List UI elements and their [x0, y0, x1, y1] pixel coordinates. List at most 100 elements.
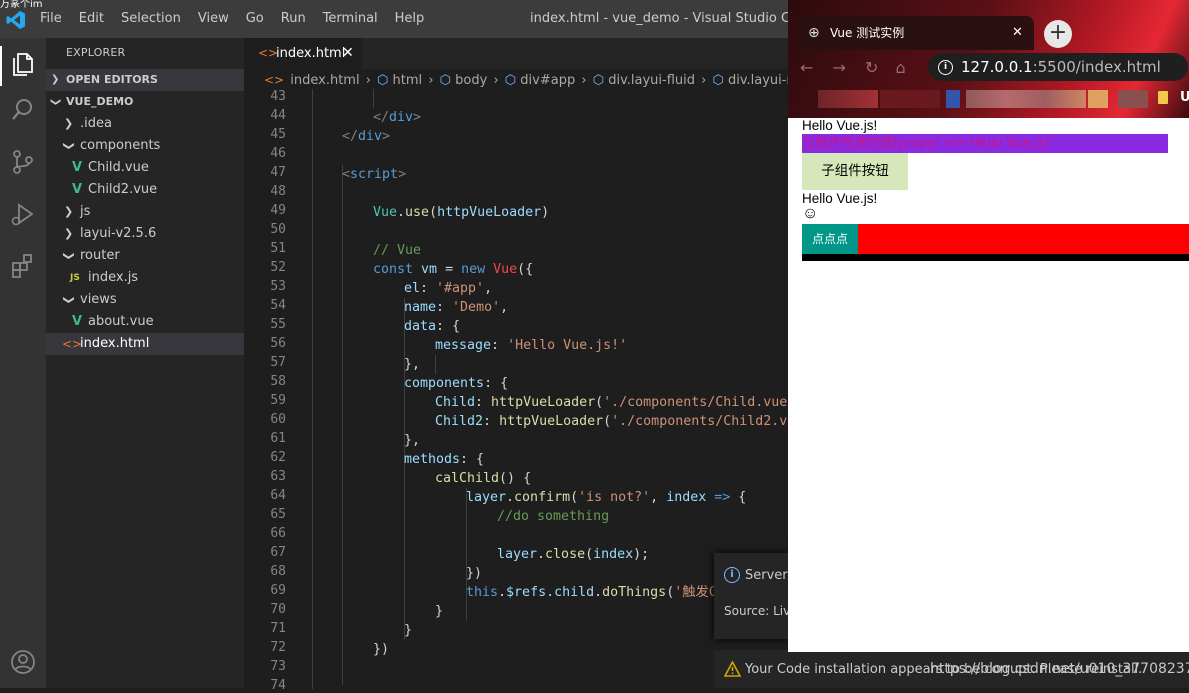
- chevron-right-icon: ›: [581, 73, 587, 88]
- chevron-down-icon: ❯: [62, 141, 76, 151]
- reload-icon[interactable]: ↻: [865, 58, 878, 77]
- child-button[interactable]: 子组件按钮: [802, 153, 908, 190]
- click-button[interactable]: 点点点: [802, 224, 858, 254]
- url-path: :5500/index.html: [1032, 58, 1161, 76]
- tree-item-child2-vue[interactable]: V Child2.vue: [46, 179, 244, 201]
- breadcrumb-item[interactable]: div.layui-row: [728, 73, 790, 88]
- menu-view[interactable]: View: [198, 11, 229, 26]
- activity-bar: [0, 38, 46, 688]
- account-icon[interactable]: [9, 648, 37, 676]
- tree-item-label: .idea: [80, 116, 112, 131]
- bookmark-blur: [1088, 90, 1108, 108]
- new-tab-button[interactable]: +: [1044, 20, 1072, 48]
- search-icon[interactable]: [9, 96, 37, 124]
- open-editors-section[interactable]: ❯ OPEN EDITORS: [46, 69, 244, 91]
- line-number: 51: [270, 241, 286, 256]
- back-icon[interactable]: ←: [800, 58, 813, 77]
- code-line: }): [373, 642, 390, 657]
- line-number: 62: [270, 450, 286, 465]
- js-file-icon: JS: [70, 273, 80, 283]
- explorer-icon[interactable]: [9, 50, 37, 78]
- chevron-down-icon: ❯: [62, 295, 76, 305]
- breadcrumb-item[interactable]: index.html: [290, 73, 359, 88]
- address-bar[interactable]: i 127.0.0.1:5500/index.html: [928, 53, 1188, 81]
- breadcrumb-item[interactable]: body: [455, 73, 487, 88]
- forward-icon[interactable]: →: [833, 58, 846, 77]
- code-line: const vm = new Vue({: [373, 262, 534, 277]
- chevron-down-icon: ❯: [50, 97, 62, 107]
- window-title: index.html - vue_demo - Visual Studio Co…: [530, 11, 790, 26]
- code-line: Child2: httpVueLoader('./components/Chil…: [435, 414, 790, 429]
- tree-item-router[interactable]: ❯ router: [46, 245, 244, 267]
- line-number: 57: [270, 355, 286, 370]
- project-section[interactable]: ❯ VUE_DEMO: [46, 91, 244, 113]
- tree-item-idea[interactable]: ❯ .idea: [46, 113, 244, 135]
- browser-chrome: ⊕ Vue 测试实例 ✕ + ← → ↻ ⌂ i 127.0.0.1:5500/…: [788, 0, 1189, 118]
- source-control-icon[interactable]: [9, 148, 37, 176]
- breadcrumb-item[interactable]: div#app: [520, 73, 575, 88]
- url-host: 127.0.0.1: [961, 58, 1033, 76]
- tree-item-child-vue[interactable]: V Child.vue: [46, 157, 244, 179]
- cube-icon: ⬡: [504, 73, 517, 88]
- code-line: data: {: [404, 319, 461, 334]
- extensions-icon[interactable]: [9, 252, 37, 280]
- explorer-header: EXPLORER: [66, 46, 126, 59]
- black-bar: [802, 254, 1189, 261]
- line-number: 48: [270, 184, 286, 199]
- line-number: 47: [270, 165, 286, 180]
- tree-item-components[interactable]: ❯ components: [46, 135, 244, 157]
- line-number: 54: [270, 298, 286, 313]
- line-number: 55: [270, 317, 286, 332]
- bookmark-blur: [946, 90, 960, 108]
- menu-selection[interactable]: Selection: [121, 11, 181, 26]
- line-number: 60: [270, 412, 286, 427]
- chevron-right-icon: ›: [493, 73, 499, 88]
- line-number: 70: [270, 602, 286, 617]
- server-notification[interactable]: i Server Source: Live: [714, 553, 798, 639]
- home-icon[interactable]: ⌂: [896, 58, 906, 77]
- menu-go[interactable]: Go: [246, 11, 264, 26]
- code-line: calChild() {: [435, 471, 532, 486]
- line-number: 49: [270, 203, 286, 218]
- menu-edit[interactable]: Edit: [79, 11, 104, 26]
- line-number: 66: [270, 526, 286, 541]
- tree-item-layui[interactable]: ❯ layui-v2.5.6: [46, 223, 244, 245]
- tree-item-label: Child.vue: [88, 160, 149, 175]
- tree-item-about-vue[interactable]: V about.vue: [46, 311, 244, 333]
- smiley-icon: ☺: [802, 205, 819, 222]
- menu-help[interactable]: Help: [395, 11, 425, 26]
- html-file-icon: <>: [264, 73, 285, 87]
- line-number: 64: [270, 488, 286, 503]
- tree-item-views[interactable]: ❯ views: [46, 289, 244, 311]
- code-line: message: 'Hello Vue.js!': [435, 338, 628, 353]
- breadcrumb-item[interactable]: div.layui-fluid: [608, 73, 695, 88]
- code-line: },: [404, 357, 421, 372]
- chevron-right-icon: ❯: [51, 74, 60, 85]
- menu-terminal[interactable]: Terminal: [323, 11, 378, 26]
- menu-run[interactable]: Run: [281, 11, 306, 26]
- line-number: 59: [270, 393, 286, 408]
- breadcrumb-item[interactable]: html: [393, 73, 423, 88]
- menu-file[interactable]: File: [40, 11, 62, 26]
- run-debug-icon[interactable]: [9, 200, 37, 228]
- indent-guide: [312, 89, 313, 689]
- info-icon: i: [724, 567, 740, 583]
- close-icon[interactable]: ✕: [1012, 16, 1023, 50]
- code-line: <script>: [342, 167, 407, 182]
- plus-icon: +: [1048, 20, 1068, 45]
- line-number: 58: [270, 374, 286, 389]
- tree-item-js[interactable]: ❯ js: [46, 201, 244, 223]
- vue-file-icon: V: [72, 182, 83, 197]
- bookmark-label[interactable]: U: [1180, 90, 1189, 105]
- code-line: // Vue: [373, 243, 422, 258]
- code-line: name: 'Demo',: [404, 300, 509, 315]
- code-line: }: [404, 623, 413, 638]
- close-icon[interactable]: ✕: [342, 38, 354, 69]
- red-bar: [802, 224, 1189, 254]
- tab-index-html[interactable]: <> index.html ✕: [244, 38, 362, 69]
- code-line: components: {: [404, 376, 509, 391]
- tree-item-index-html[interactable]: <> index.html: [46, 333, 244, 355]
- browser-tab[interactable]: ⊕ Vue 测试实例 ✕: [798, 16, 1034, 50]
- tree-item-index-js[interactable]: JS index.js: [46, 267, 244, 289]
- code-line: }: [435, 604, 444, 619]
